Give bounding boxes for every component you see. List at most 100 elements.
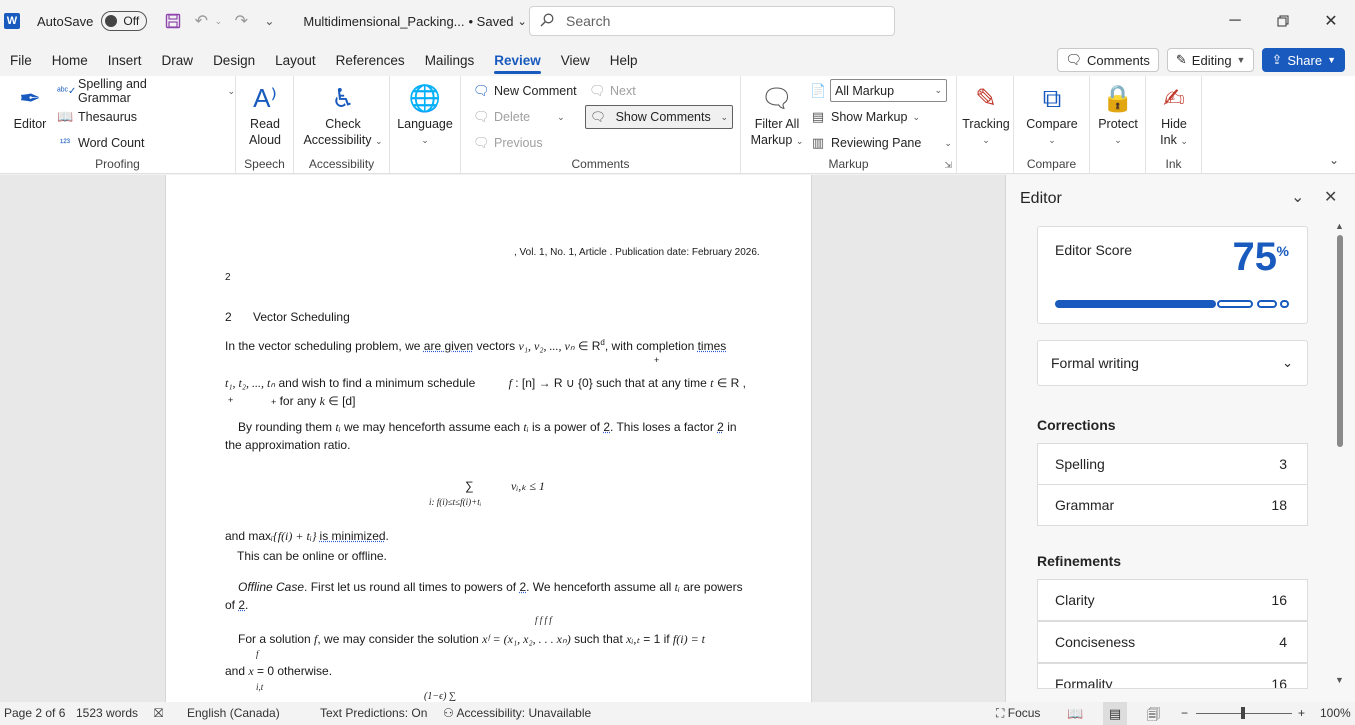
document-page[interactable]: , Vol. 1, No. 1, Article . Publication d… [165,175,812,702]
grammar-flag[interactable]: is minimized [320,529,386,543]
editing-mode-button[interactable]: ✎ Editing ▼ [1166,48,1255,72]
redo-icon[interactable]: ↷ [229,9,253,33]
zoom-out-icon[interactable]: − [1181,706,1188,720]
grammar-flag[interactable]: are given [424,339,473,353]
next-comment-button[interactable]: 🗨 Next [589,80,636,102]
correction-label: Grammar [1055,497,1115,513]
display-for-review-select[interactable]: All Markup ⌄ [830,79,947,102]
tab-design[interactable]: Design [203,46,265,76]
accessibility-status-label: Accessibility: Unavailable [456,706,592,720]
text-run: For a solution [238,632,315,646]
read-aloud-button[interactable]: A⁾ Read Aloud [244,82,286,148]
tracking-button[interactable]: ✎ Tracking ⌄ [961,82,1011,148]
writing-style-dropdown[interactable]: Formal writing ⌄ [1037,340,1308,386]
language-button[interactable]: 🌐 Language ⌄ [396,82,454,148]
refinement-item-conciseness[interactable]: Conciseness 4 [1037,621,1308,663]
word-count-indicator[interactable]: 1523 words [76,706,138,720]
correction-item-grammar[interactable]: Grammar 18 [1037,484,1308,526]
share-button[interactable]: ⇪ Share ▼ [1262,48,1345,72]
compare-button[interactable]: ⧉ Compare ⌄ [1022,82,1082,148]
tab-layout[interactable]: Layout [265,46,326,76]
accessibility-status[interactable]: ⚇ Accessibility: Unavailable [443,706,591,720]
print-layout-icon[interactable]: ▤ [1103,702,1127,725]
chevron-down-icon[interactable]: ⌄ [1291,187,1304,207]
editor-score-card[interactable]: Editor Score 75 % [1037,226,1308,324]
refinement-item-formality[interactable]: Formality 16 [1037,663,1308,689]
editor-button[interactable]: ✒ Editor [10,82,50,132]
document-canvas[interactable]: , Vol. 1, No. 1, Article . Publication d… [0,175,1005,702]
zoom-in-icon[interactable]: + [1298,706,1305,720]
collapse-ribbon-icon[interactable]: ⌄ [1329,153,1339,167]
tab-insert[interactable]: Insert [98,46,152,76]
focus-button[interactable]: ⛶ Focus [996,706,1040,721]
maximize-icon[interactable] [1259,0,1307,42]
hide-ink-button[interactable]: ✍ Hide Ink ⌄ [1150,82,1198,149]
text-run: . First let us round all times to powers… [304,580,520,594]
grammar-flag[interactable]: times [698,339,727,353]
markup-dialog-launcher-icon[interactable]: ⇲ [944,160,952,171]
minimize-icon[interactable]: ─ [1211,0,1259,42]
reviewing-pane-button[interactable]: ▥ Reviewing Pane ⌄ [810,132,952,154]
zoom-slider-thumb[interactable] [1241,707,1245,719]
zoom-level[interactable]: 100% [1320,706,1351,720]
word-count-button[interactable]: ¹²³ Word Count [57,132,144,154]
sum-term: vᵢ,ₖ ≤ 1 [511,479,545,493]
menu-bar: File Home Insert Draw Design Layout Refe… [0,46,1355,76]
chevron-down-icon: ⌄ [557,111,565,122]
undo-icon[interactable]: ↶ [189,9,213,33]
protect-button[interactable]: 🔒 Protect ⌄ [1092,82,1144,148]
group-compare: ⧉ Compare ⌄ Compare [1014,76,1090,174]
save-icon[interactable] [161,9,185,33]
text-predictions-indicator[interactable]: Text Predictions: On [320,706,427,720]
read-mode-icon[interactable]: 📖 [1067,706,1083,722]
scroll-thumb[interactable] [1337,235,1343,447]
delete-comment-button[interactable]: 🗨 Delete ⌄ [473,106,565,128]
thesaurus-button[interactable]: 📖 Thesaurus [57,106,137,128]
tab-help[interactable]: Help [600,46,648,76]
language-indicator[interactable]: English (Canada) [187,706,280,720]
page-indicator[interactable]: Page 2 of 6 [4,706,65,720]
tab-file[interactable]: File [0,46,42,76]
refinement-item-clarity[interactable]: Clarity 16 [1037,579,1308,621]
save-status: • Saved [468,13,514,29]
scroll-down-icon[interactable]: ▼ [1335,675,1344,685]
editor-pane-title: Editor [1020,190,1062,207]
document-title[interactable]: Multidimensional_Packing... • Saved ⌄ [303,14,526,29]
close-icon[interactable]: ✕ [1307,0,1355,42]
undo-dropdown-icon[interactable]: ⌄ [213,9,223,33]
refinement-label: Conciseness [1055,634,1136,650]
math-plus: + [228,395,234,405]
correction-item-spelling[interactable]: Spelling 3 [1037,443,1308,485]
filter-all-markup-button[interactable]: 🗨 Filter All Markup ⌄ [747,82,807,149]
scroll-up-icon[interactable]: ▲ [1335,221,1344,231]
web-layout-icon[interactable]: 🗐 [1147,706,1160,725]
search-placeholder: Search [566,13,611,29]
tab-mailings[interactable]: Mailings [415,46,485,76]
editing-label: Editing [1191,52,1232,68]
check-accessibility-button[interactable]: ♿ Check Accessibility ⌄ [298,82,388,149]
score-bar-segment [1257,300,1277,308]
tab-draw[interactable]: Draw [152,46,204,76]
proofing-status-icon[interactable]: ⛝ [154,706,163,721]
close-icon[interactable]: ✕ [1324,187,1337,207]
show-markup-button[interactable]: ▤ Show Markup ⌄ [810,106,920,128]
show-comments-button[interactable]: 🗨 Show Comments ⌄ [585,105,733,129]
tab-references[interactable]: References [326,46,415,76]
comments-button[interactable]: 🗨 Comments [1056,48,1159,72]
math-run: v₁, v₂, ..., vₙ [518,339,575,353]
score-bar-segment [1280,300,1289,308]
tab-review[interactable]: Review [484,46,551,76]
new-comment-button[interactable]: 🗨 New Comment [473,80,577,102]
grammar-flag[interactable]: 2 [717,420,724,434]
tab-home[interactable]: Home [42,46,98,76]
editor-pane-scrollbar[interactable]: ▲ ▼ [1335,221,1344,685]
search-box[interactable]: Search [529,6,895,36]
group-label-compare: Compare [1026,157,1077,171]
chevron-down-icon: ▼ [1236,55,1246,65]
previous-comment-button[interactable]: 🗨 Previous [473,132,543,154]
autosave-toggle[interactable]: Off [101,11,148,31]
spelling-grammar-button[interactable]: ᵃᵇᶜ✓ Spelling and Grammar ⌄ [57,77,235,105]
tab-view[interactable]: View [551,46,600,76]
customize-toolbar-icon[interactable]: ⌄ [257,9,281,33]
grammar-flag[interactable]: 2 [603,420,610,434]
